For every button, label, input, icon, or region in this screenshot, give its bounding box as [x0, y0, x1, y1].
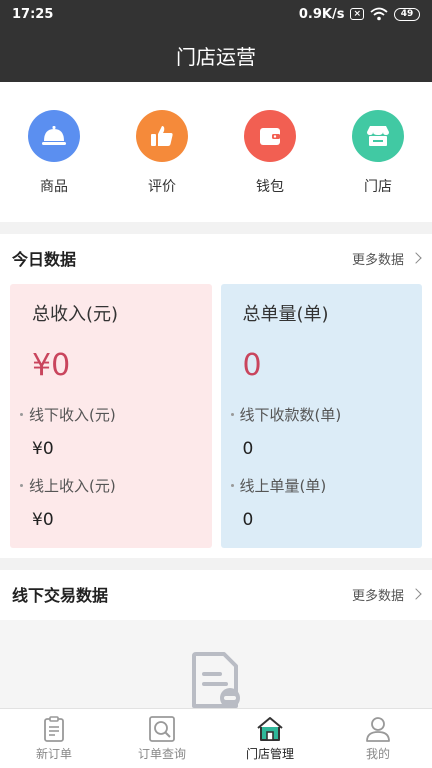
- search-icon: [149, 716, 175, 742]
- online-income-text: 线上收入(元): [29, 477, 116, 495]
- user-icon: [366, 717, 390, 742]
- bullet-icon: [230, 484, 234, 487]
- offline-orders-text: 线下收款数(单): [239, 406, 342, 424]
- service-bell-icon: [28, 110, 80, 162]
- tab-store-management[interactable]: 门店管理: [216, 709, 324, 768]
- online-income-label: 线上收入(元): [20, 475, 212, 496]
- online-orders-text: 线上单量(单): [239, 477, 327, 495]
- net-speed: 0.9K/s: [298, 6, 345, 22]
- tab-label: 订单查询: [137, 747, 186, 761]
- offline-income-label: 线下收入(元): [20, 404, 212, 425]
- sim-icon: ×: [350, 8, 364, 20]
- tab-order-search[interactable]: 订单查询: [108, 709, 216, 768]
- quick-menu-label: 评价: [148, 179, 176, 195]
- online-orders-label: 线上单量(单): [230, 475, 423, 496]
- orders-title: 总单量(单): [242, 304, 329, 325]
- clipboard-icon: [44, 716, 64, 742]
- orders-card[interactable]: 总单量(单) 0 线下收款数(单) 0 线上单量(单) 0: [220, 284, 423, 548]
- empty-document-icon: [192, 652, 240, 708]
- income-title: 总收入(元): [32, 304, 119, 325]
- more-data-link[interactable]: 更多数据: [351, 585, 422, 604]
- chevron-right-icon: [410, 588, 422, 600]
- status-time: 17:25: [12, 6, 54, 22]
- income-total: ¥0: [32, 348, 71, 383]
- tab-label: 新订单: [35, 747, 72, 761]
- quick-menu-label: 门店: [364, 179, 392, 195]
- page-title: 门店运营: [176, 44, 256, 69]
- quick-menu-store[interactable]: 门店: [338, 110, 418, 196]
- status-bar: 17:25 0.9K/s × 49: [0, 0, 432, 28]
- bullet-icon: [20, 413, 23, 416]
- online-orders-value: 0: [242, 510, 254, 530]
- tab-label: 门店管理: [245, 747, 294, 761]
- stat-cards: 总收入(元) ¥0 线下收入(元) ¥0 线上收入(元) ¥0 总单量(单) 0…: [0, 282, 432, 558]
- wallet-icon: [244, 110, 296, 162]
- tab-mine[interactable]: 我的: [324, 709, 432, 768]
- offline-orders-label: 线下收款数(单): [230, 404, 423, 425]
- quick-menu: 商品 评价 钱包 门店: [0, 82, 432, 222]
- quick-menu-label: 钱包: [256, 179, 284, 195]
- more-data-label: 更多数据: [351, 588, 404, 604]
- tab-label: 我的: [365, 747, 390, 761]
- bullet-icon: [20, 484, 23, 487]
- more-data-link[interactable]: 更多数据: [351, 249, 422, 268]
- more-data-label: 更多数据: [351, 252, 404, 268]
- bullet-icon: [230, 413, 234, 416]
- online-income-value: ¥0: [32, 510, 54, 530]
- offline-data-section: 线下交易数据 更多数据: [0, 570, 432, 620]
- bottom-tab-bar: 新订单 订单查询 门店管理 我的: [0, 708, 432, 768]
- chevron-right-icon: [410, 252, 422, 264]
- offline-orders-value: 0: [242, 439, 254, 459]
- empty-state: [0, 620, 432, 708]
- battery-icon: 49: [394, 7, 420, 21]
- orders-total: 0: [242, 348, 262, 383]
- wifi-icon: [370, 7, 388, 21]
- section-header: 线下交易数据 更多数据: [0, 570, 432, 618]
- quick-menu-review[interactable]: 评价: [122, 110, 202, 196]
- store-icon: [352, 110, 404, 162]
- income-card[interactable]: 总收入(元) ¥0 线下收入(元) ¥0 线上收入(元) ¥0: [10, 284, 212, 548]
- offline-income-text: 线下收入(元): [29, 406, 116, 424]
- offline-income-value: ¥0: [32, 439, 54, 459]
- status-icons: 0.9K/s × 49: [299, 7, 420, 22]
- quick-menu-wallet[interactable]: 钱包: [230, 110, 310, 196]
- thumbs-up-icon: [136, 110, 188, 162]
- app-header: 17:25 0.9K/s × 49 门店运营: [0, 0, 432, 82]
- section-title: 今日数据: [12, 250, 77, 269]
- section-header: 今日数据 更多数据: [0, 234, 432, 282]
- quick-menu-goods[interactable]: 商品: [14, 110, 94, 196]
- tab-new-orders[interactable]: 新订单: [0, 709, 108, 768]
- quick-menu-label: 商品: [40, 179, 68, 195]
- home-icon: [257, 717, 283, 741]
- today-data-section: 今日数据 更多数据 总收入(元) ¥0 线下收入(元) ¥0 线上收入(元) ¥…: [0, 234, 432, 558]
- section-title: 线下交易数据: [12, 586, 109, 605]
